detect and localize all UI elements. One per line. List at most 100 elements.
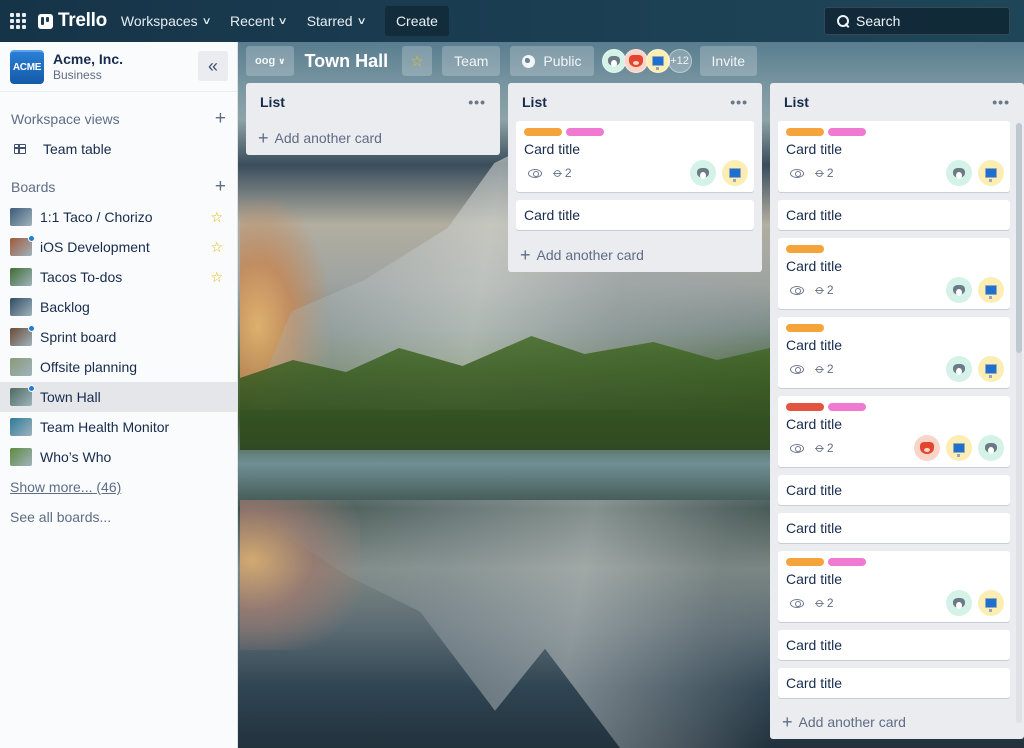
sidebar-board-item[interactable]: Backlog <box>0 292 237 322</box>
sidebar-board-item[interactable]: 1:1 Taco / Chorizo ☆ <box>0 202 237 232</box>
starred-menu[interactable]: Starred ∨ <box>307 13 367 29</box>
star-board-button[interactable]: ☆ <box>402 46 433 76</box>
label-orange[interactable] <box>524 128 562 136</box>
member-avatar-husky[interactable] <box>946 277 972 303</box>
search-input[interactable]: Search <box>824 7 1010 35</box>
computer-icon <box>953 443 965 457</box>
add-view-plus-icon[interactable]: + <box>215 108 226 130</box>
workspaces-menu[interactable]: Workspaces ∨ <box>120 13 212 29</box>
card[interactable]: Card title <box>778 630 1010 660</box>
globe-icon <box>522 54 536 68</box>
card[interactable]: Card title <box>516 200 754 230</box>
list-title[interactable]: List <box>784 94 809 110</box>
card[interactable]: Card title ⌀ 2 <box>778 551 1010 622</box>
sidebar-board-item[interactable]: Offsite planning <box>0 352 237 382</box>
husky-icon <box>984 441 998 455</box>
sidebar-board-item[interactable]: Sprint board <box>0 322 237 352</box>
label-orange[interactable] <box>786 245 824 253</box>
more-members-count[interactable]: +12 <box>667 49 692 73</box>
invite-button[interactable]: Invite <box>699 46 757 76</box>
trello-logo[interactable]: Trello <box>38 10 107 32</box>
workspace-views-heading: Workspace views + <box>0 104 237 134</box>
member-avatar-computer[interactable] <box>978 277 1004 303</box>
star-icon[interactable]: ☆ <box>210 209 223 226</box>
sidebar-board-list: 1:1 Taco / Chorizo ☆ iOS Development ☆ Tacos… <box>0 202 237 472</box>
see-all-boards-link[interactable]: See all boards... <box>0 502 237 532</box>
label-pink[interactable] <box>828 403 866 411</box>
card[interactable]: Card title <box>778 513 1010 543</box>
workspace-name[interactable]: Acme, Inc. <box>53 51 123 67</box>
member-avatar-computer[interactable] <box>978 590 1004 616</box>
add-card-button[interactable]: + Add another card <box>254 121 492 155</box>
visibility-button[interactable]: Public <box>510 46 594 76</box>
card[interactable]: Card title <box>778 475 1010 505</box>
team-button[interactable]: Team <box>442 46 501 76</box>
unread-dot-icon <box>28 325 35 332</box>
recent-menu[interactable]: Recent ∨ <box>230 13 288 29</box>
label-red[interactable] <box>786 403 824 411</box>
sidebar-board-label: Team Health Monitor <box>40 419 170 435</box>
collapse-sidebar-button[interactable]: « <box>198 51 228 81</box>
sidebar-board-item[interactable]: Who’s Who <box>0 442 237 472</box>
label-orange[interactable] <box>786 128 824 136</box>
card-title: Card title <box>786 571 843 587</box>
label-orange[interactable] <box>786 558 824 566</box>
card[interactable]: Card title ⌀ 2 <box>778 396 1010 467</box>
card[interactable]: Card title <box>778 200 1010 230</box>
member-avatar-computer[interactable] <box>978 356 1004 382</box>
sidebar-board-item[interactable]: Tacos To-dos ☆ <box>0 262 237 292</box>
list-title[interactable]: List <box>260 94 285 110</box>
board-view-switcher[interactable]: oog ∨ <box>246 46 295 76</box>
star-icon[interactable]: ☆ <box>210 269 223 286</box>
husky-icon <box>952 166 966 180</box>
card[interactable]: Card title ⌀ 2 <box>778 121 1010 192</box>
card[interactable]: Card title <box>778 668 1010 698</box>
create-button[interactable]: Create <box>384 6 449 36</box>
member-avatar-husky[interactable] <box>601 49 626 73</box>
sidebar-board-item[interactable]: iOS Development ☆ <box>0 232 237 262</box>
member-avatar-computer[interactable] <box>946 435 972 461</box>
sidebar-board-item[interactable]: Town Hall <box>0 382 237 412</box>
member-avatar-husky[interactable] <box>946 356 972 382</box>
paperclip-icon: ⌀ <box>550 164 567 181</box>
member-avatar-computer[interactable] <box>722 160 748 186</box>
workspaces-menu-label: Workspaces <box>120 13 198 29</box>
list-menu-dots-icon[interactable]: ••• <box>730 94 748 110</box>
show-more-boards-link[interactable]: Show more... (46) <box>0 472 237 502</box>
app-switcher-icon[interactable] <box>10 13 26 29</box>
board-title[interactable]: Town Hall <box>304 51 388 72</box>
sidebar-item-team-table[interactable]: Team table <box>0 134 237 164</box>
board-thumbnail <box>10 418 32 436</box>
card[interactable]: Card title ⌀ 2 <box>778 317 1010 388</box>
sidebar-board-label: 1:1 Taco / Chorizo <box>40 209 153 225</box>
card-title: Card title <box>786 207 843 223</box>
member-avatar-husky[interactable] <box>946 590 972 616</box>
member-avatar-fox[interactable] <box>914 435 940 461</box>
list-title[interactable]: List <box>522 94 547 110</box>
boards-heading: Boards + <box>0 172 237 202</box>
card-title: Card title <box>786 675 843 691</box>
add-card-button[interactable]: + Add another card <box>516 238 754 272</box>
card-title: Card title <box>786 520 843 536</box>
label-pink[interactable] <box>828 128 866 136</box>
label-orange[interactable] <box>786 324 824 332</box>
member-avatar-computer[interactable] <box>978 160 1004 186</box>
add-board-plus-icon[interactable]: + <box>215 176 226 198</box>
list-scrollbar-thumb[interactable] <box>1016 123 1022 353</box>
member-avatar-husky[interactable] <box>690 160 716 186</box>
list-menu-dots-icon[interactable]: ••• <box>992 94 1010 110</box>
label-pink[interactable] <box>566 128 604 136</box>
member-avatar-husky[interactable] <box>946 160 972 186</box>
search-icon <box>837 15 849 27</box>
star-icon[interactable]: ☆ <box>210 239 223 256</box>
add-card-button[interactable]: + Add another card <box>778 705 1016 739</box>
workspace-logo[interactable]: ACME <box>10 49 44 84</box>
label-pink[interactable] <box>828 558 866 566</box>
member-avatar-fox[interactable] <box>623 49 648 73</box>
card[interactable]: Card title ⌀ 2 <box>778 238 1010 309</box>
member-avatar-computer[interactable] <box>645 49 670 73</box>
member-avatar-husky[interactable] <box>978 435 1004 461</box>
list-menu-dots-icon[interactable]: ••• <box>468 94 486 110</box>
sidebar-board-item[interactable]: Team Health Monitor <box>0 412 237 442</box>
card[interactable]: Card title ⌀ 2 <box>516 121 754 192</box>
